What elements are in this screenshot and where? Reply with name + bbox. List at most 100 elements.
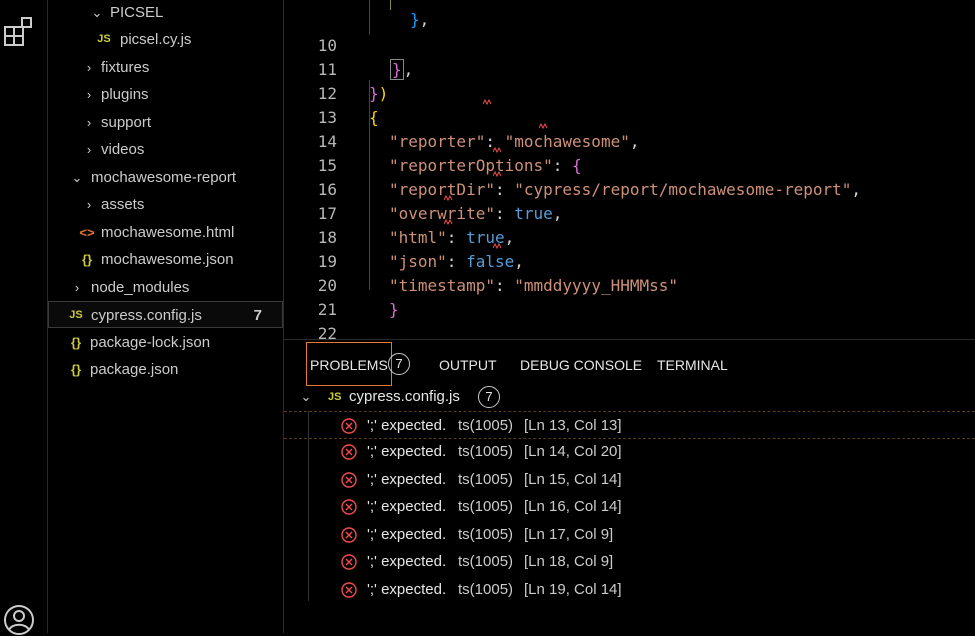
code-token: } <box>369 84 379 103</box>
tree-folder-fixtures[interactable]: › fixtures <box>48 54 283 81</box>
code-token: "overwrite" <box>389 204 495 223</box>
problem-message: ';' expected. <box>367 443 447 460</box>
problem-message: ';' expected. <box>367 498 447 515</box>
problem-item[interactable]: ';' expected. ts(1005) [Ln 15, Col 14] <box>284 466 975 494</box>
tab-output[interactable]: OUTPUT <box>439 353 497 377</box>
json-file-icon: {} <box>70 335 82 350</box>
tree-label: mochawesome.html <box>101 224 235 241</box>
problem-message: ';' expected. <box>367 526 447 543</box>
tree-folder-support[interactable]: › support <box>48 109 283 136</box>
chevron-right-icon: › <box>86 87 92 102</box>
tree-folder-videos[interactable]: › videos <box>48 136 283 163</box>
error-squiggle <box>483 99 492 105</box>
code-line-10: 10 }, <box>284 10 413 80</box>
chevron-right-icon: › <box>86 197 92 212</box>
problem-item[interactable]: ';' expected. ts(1005) [Ln 17, Col 9] <box>284 521 975 549</box>
problem-location: [Ln 16, Col 14] <box>524 498 622 515</box>
code-token: "timestamp" <box>389 276 495 295</box>
code-token: "reportDir" <box>389 180 495 199</box>
error-squiggle <box>493 147 502 153</box>
code-token: : <box>494 276 505 295</box>
tree-folder-mochawesome-report[interactable]: ⌄ mochawesome-report <box>48 164 283 191</box>
tree-label: node_modules <box>91 279 190 296</box>
code-token: : <box>552 156 563 175</box>
error-squiggle <box>444 219 453 225</box>
tree-file-cypress-config-js[interactable]: JS cypress.config.js 7 <box>48 301 283 328</box>
tree-label: assets <box>101 196 145 213</box>
tree-file-picsel-cy-js[interactable]: JS picsel.cy.js <box>48 26 283 53</box>
problem-source: ts(1005) <box>458 553 514 570</box>
problem-source: ts(1005) <box>458 417 514 434</box>
code-line-21: 21 <box>284 274 337 319</box>
problem-source: ts(1005) <box>458 498 514 515</box>
tree-label: videos <box>101 141 145 158</box>
file-problems-count: 7 <box>478 386 500 408</box>
code-token: true <box>514 204 553 223</box>
code-token: { <box>369 108 379 127</box>
error-squiggle <box>444 195 453 201</box>
code-line-22: 22 } <box>284 298 379 367</box>
indent-guide <box>369 0 370 35</box>
html-file-icon: <> <box>79 225 95 240</box>
chevron-right-icon: › <box>86 142 92 157</box>
problem-message: ';' expected. <box>367 581 447 598</box>
tree-file-mochawesome-html[interactable]: <> mochawesome.html <box>48 219 283 246</box>
chevron-down-icon: ⌄ <box>71 170 83 185</box>
code-line-19: 19 "timestamp": "mmddyyyy_HHMMss" <box>284 226 678 295</box>
code-token: "mmddyyyy_HHMMss" <box>514 276 679 295</box>
code-token: } <box>390 59 404 80</box>
tree-label: package.json <box>90 361 179 378</box>
problems-file-name: cypress.config.js <box>349 388 460 405</box>
error-icon <box>341 444 357 460</box>
chevron-down-icon: ⌄ <box>91 5 103 20</box>
error-squiggle <box>539 123 548 129</box>
code-token: , <box>629 132 640 151</box>
explorer-sidebar: ⌄ PICSEL JS picsel.cy.js › fixtures › pl… <box>48 0 284 633</box>
tab-debug-console[interactable]: DEBUG CONSOLE <box>520 353 642 377</box>
code-line-9: }, <box>410 10 430 29</box>
error-squiggle <box>493 171 502 177</box>
problem-count-badge: 7 <box>253 307 262 324</box>
tree-folder-node-modules[interactable]: › node_modules <box>48 274 283 301</box>
problem-item[interactable]: ';' expected. ts(1005) [Ln 13, Col 13] <box>284 411 975 439</box>
code-token: : <box>446 228 457 247</box>
tab-problems[interactable]: PROBLEMS <box>306 342 392 386</box>
tree-label: mochawesome-report <box>91 169 237 186</box>
problem-location: [Ln 13, Col 13] <box>524 417 622 434</box>
code-token: , <box>504 228 515 247</box>
problem-location: [Ln 18, Col 9] <box>524 553 614 570</box>
tab-terminal[interactable]: TERMINAL <box>657 353 728 377</box>
error-icon <box>341 472 357 488</box>
account-icon[interactable] <box>3 604 35 636</box>
error-icon <box>341 418 357 434</box>
js-file-icon: JS <box>69 309 83 321</box>
error-icon <box>341 527 357 543</box>
code-line-13: 13 "reporter": "mochawesome", <box>284 82 640 151</box>
problems-file-group[interactable]: ⌄ JS cypress.config.js 7 <box>284 383 975 411</box>
code-token: false <box>466 252 515 271</box>
tree-file-mochawesome-json[interactable]: {} mochawesome.json <box>48 246 283 273</box>
tree-label: cypress.config.js <box>91 307 202 324</box>
tree-file-package-json[interactable]: {} package.json <box>48 356 283 383</box>
indent-guide <box>390 0 391 10</box>
code-token: : <box>494 180 505 199</box>
problem-item[interactable]: ';' expected. ts(1005) [Ln 19, Col 14] <box>284 576 975 604</box>
code-line-16: 16 "overwrite": true, <box>284 154 563 223</box>
problem-item[interactable]: ';' expected. ts(1005) [Ln 14, Col 20] <box>284 438 975 466</box>
tree-file-package-lock-json[interactable]: {} package-lock.json <box>48 329 283 356</box>
tree-folder-assets[interactable]: › assets <box>48 191 283 218</box>
bottom-panel: PROBLEMS 7 OUTPUT DEBUG CONSOLE TERMINAL… <box>284 339 975 634</box>
code-token: "reporterOptions" <box>389 156 553 175</box>
js-file-icon: JS <box>328 391 342 403</box>
tree-folder-picsel[interactable]: ⌄ PICSEL <box>48 0 283 26</box>
problem-item[interactable]: ';' expected. ts(1005) [Ln 18, Col 9] <box>284 548 975 576</box>
problem-item[interactable]: ';' expected. ts(1005) [Ln 16, Col 14] <box>284 493 975 521</box>
extensions-icon[interactable] <box>3 16 35 48</box>
tree-folder-plugins[interactable]: › plugins <box>48 81 283 108</box>
problem-message: ';' expected. <box>367 471 447 488</box>
code-editor[interactable]: }, 10 }, 11 }) 12 { 13 "reporter": "moch… <box>284 0 975 367</box>
error-squiggle <box>493 243 502 249</box>
problem-location: [Ln 15, Col 14] <box>524 471 622 488</box>
code-token: } <box>389 300 399 319</box>
error-icon <box>341 499 357 515</box>
